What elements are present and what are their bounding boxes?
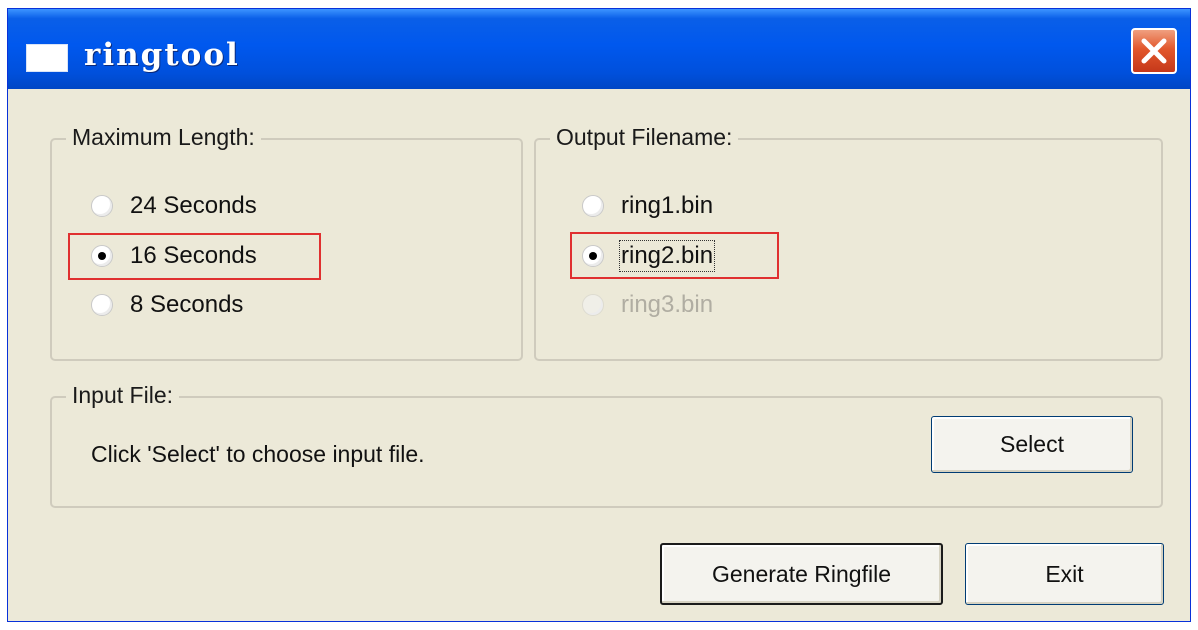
radio-8-seconds[interactable]: 8 Seconds — [91, 288, 243, 322]
title-bar[interactable]: ringtool — [8, 9, 1190, 89]
exit-button[interactable]: Exit — [965, 543, 1164, 605]
radio-icon — [91, 294, 113, 316]
output-filename-legend: Output Filename: — [550, 123, 739, 151]
maximum-length-legend: Maximum Length: — [66, 123, 261, 151]
radio-ring3-bin: ring3.bin — [582, 288, 713, 322]
window-title: ringtool — [84, 37, 240, 73]
close-icon — [1141, 38, 1167, 64]
radio-icon — [91, 195, 113, 217]
radio-label: 24 Seconds — [130, 192, 257, 219]
radio-24-seconds[interactable]: 24 Seconds — [91, 189, 257, 223]
radio-label: ring1.bin — [621, 192, 714, 219]
input-file-status-text: Click 'Select' to choose input file. — [91, 441, 425, 467]
dialog-client-area: Maximum Length: 24 Seconds 16 Seconds 8 … — [8, 89, 1190, 621]
ringtool-window: ringtool Maximum Length: 24 Seconds 16 S… — [7, 8, 1191, 622]
select-button[interactable]: Select — [931, 416, 1133, 473]
app-icon — [26, 44, 68, 72]
generate-ringfile-button[interactable]: Generate Ringfile — [660, 543, 943, 605]
close-button[interactable] — [1131, 28, 1177, 74]
highlight-box-ring2-bin — [570, 232, 779, 279]
radio-label: 8 Seconds — [130, 291, 244, 318]
highlight-box-16-seconds — [68, 233, 321, 280]
radio-label: ring3.bin — [621, 291, 714, 318]
radio-icon-disabled — [582, 294, 604, 316]
radio-ring1-bin[interactable]: ring1.bin — [582, 189, 713, 223]
radio-icon — [582, 195, 604, 217]
input-file-legend: Input File: — [66, 381, 179, 409]
